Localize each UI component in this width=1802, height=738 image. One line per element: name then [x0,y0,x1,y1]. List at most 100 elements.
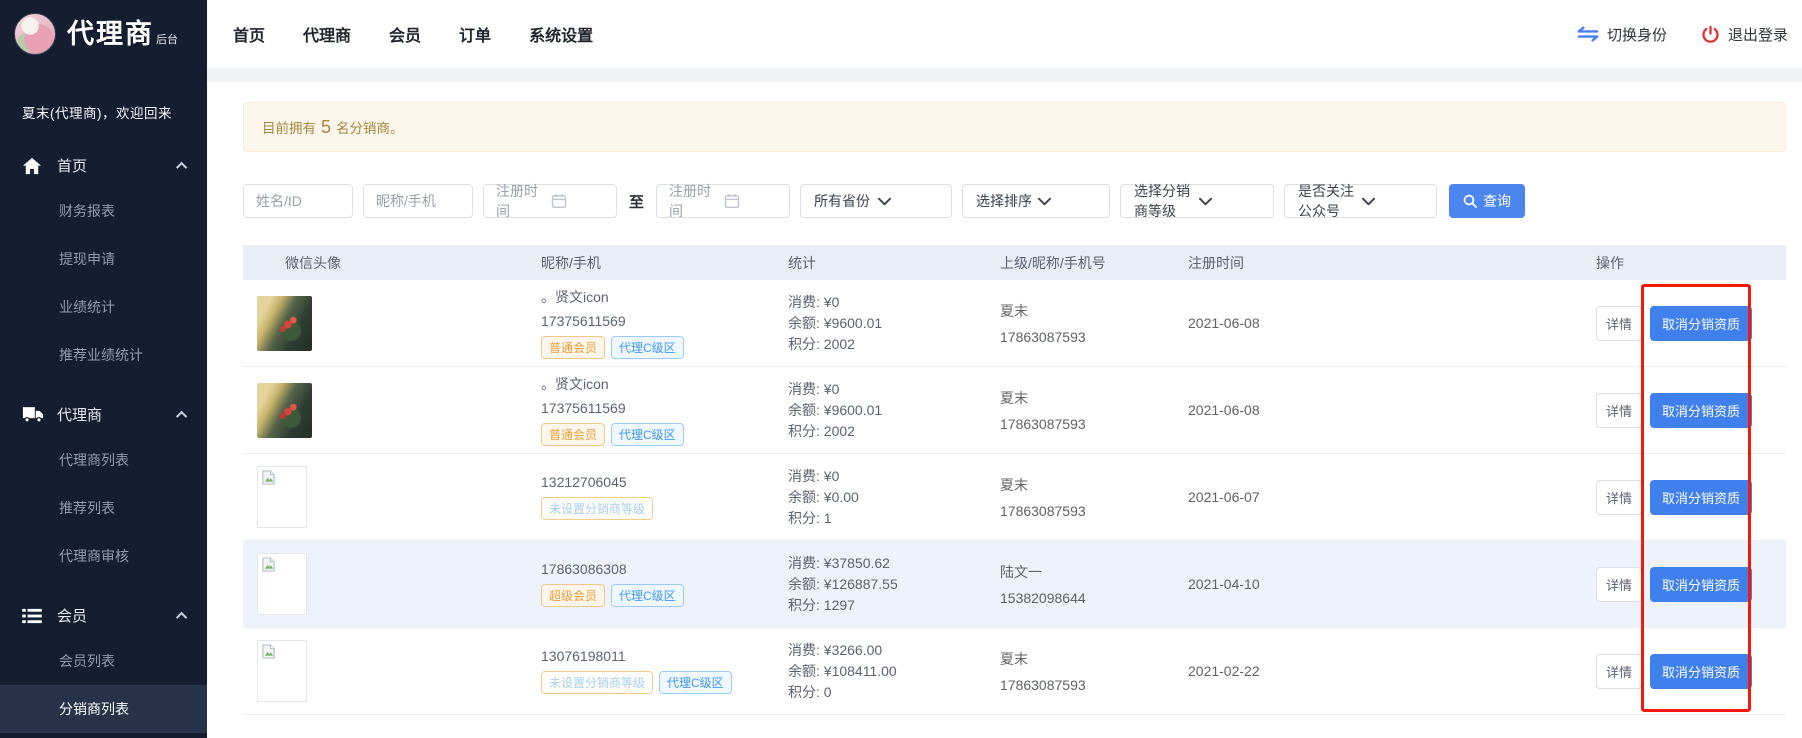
detail-button[interactable]: 详情 [1596,567,1642,602]
cancel-distribution-button[interactable]: 取消分销资质 [1650,480,1752,515]
stat-points: 积分: 0 [788,682,1000,703]
wechat-avatar [257,296,312,351]
table-row: 17863086308 超级会员 代理C级区 消费: ¥37850.62 余额:… [243,541,1786,628]
broken-avatar [257,640,307,702]
agent-zone-tag: 代理C级区 [611,584,684,607]
stat-consume: 消费: ¥37850.62 [788,553,1000,574]
date-range-to-label: 至 [629,191,644,212]
sort-select[interactable]: 选择排序 [962,184,1110,218]
notice-bar: 目前拥有 5 名分销商。 [243,102,1786,152]
nickname-phone-input[interactable] [363,184,473,218]
logo-avatar [14,13,56,55]
member-level-tag: 未设置分销商等级 [541,671,653,694]
top-nav-home[interactable]: 首页 [233,22,265,46]
stat-consume: 消费: ¥0 [788,292,1000,313]
upper-name: 陆文一 [1000,562,1188,582]
sidebar-item-withdraw-request[interactable]: 提现申请 [0,235,207,283]
sidebar-item-home[interactable]: 首页 [0,144,207,187]
top-nav-member[interactable]: 会员 [389,22,421,46]
switch-identity-label: 切换身份 [1607,24,1667,45]
cancel-distribution-button[interactable]: 取消分销资质 [1650,306,1752,341]
logout-label: 退出登录 [1728,24,1788,45]
register-date: 2021-04-10 [1188,576,1596,592]
stat-balance: 余额: ¥108411.00 [788,661,1000,682]
sort-select-value: 选择排序 [976,191,1038,211]
stat-consume: 消费: ¥3266.00 [788,640,1000,661]
column-header-operations: 操作 [1596,253,1786,273]
sidebar-item-referral-list[interactable]: 推荐列表 [0,484,207,532]
sidebar-item-agent[interactable]: 代理商 [0,393,207,436]
sidebar-item-member-list[interactable]: 会员列表 [0,637,207,685]
province-select[interactable]: 所有省份 [800,184,952,218]
sidebar-item-referral-performance-stats[interactable]: 推荐业绩统计 [0,331,207,379]
upper-name: 夏末 [1000,649,1188,669]
detail-button[interactable]: 详情 [1596,480,1642,515]
top-nav-order[interactable]: 订单 [459,22,491,46]
name-id-input[interactable] [243,184,353,218]
main-area: 首页 代理商 会员 订单 系统设置 切换身份 退出登录 [207,0,1802,738]
column-header-nickname-phone: 昵称/手机 [541,253,788,273]
upper-phone: 17863087593 [1000,677,1188,693]
agent-zone-tag: 代理C级区 [611,336,684,359]
member-level-tag: 普通会员 [541,336,605,359]
table-row: 。贤文icon 17375611569 普通会员 代理C级区 消费: ¥0 余额… [243,367,1786,454]
nav-section-home: 首页 财务报表 提现申请 业绩统计 推荐业绩统计 [0,144,207,379]
broken-image-icon [261,557,276,572]
tag-list: 超级会员 代理C级区 [541,584,788,607]
cancel-distribution-button[interactable]: 取消分销资质 [1650,654,1752,689]
stat-balance: 余额: ¥9600.01 [788,400,1000,421]
chevron-down-icon [878,197,942,206]
register-start-placeholder: 注册时间 [496,181,551,221]
content: 目前拥有 5 名分销商。 注册时间 至 注册时间 [207,68,1802,738]
sidebar-item-finance-report[interactable]: 财务报表 [0,187,207,235]
detail-button[interactable]: 详情 [1596,306,1642,341]
cancel-distribution-button[interactable]: 取消分销资质 [1650,567,1752,602]
topbar: 首页 代理商 会员 订单 系统设置 切换身份 退出登录 [207,0,1802,68]
distributor-table: 微信头像 昵称/手机 统计 上级/昵称/手机号 注册时间 操作 。贤文icon … [243,245,1786,715]
sidebar-item-performance-stats[interactable]: 业绩统计 [0,283,207,331]
upper-phone: 17863087593 [1000,416,1188,432]
top-nav-system-settings[interactable]: 系统设置 [529,22,593,46]
distributor-level-select[interactable]: 选择分销商等级 [1120,184,1274,218]
phone: 17375611569 [541,313,788,329]
sidebar-item-agent-review[interactable]: 代理商审核 [0,532,207,580]
member-level-tag: 超级会员 [541,584,605,607]
register-start-date-input[interactable]: 注册时间 [483,184,617,218]
truck-icon [22,406,44,424]
table-row: 13076198011 未设置分销商等级 代理C级区 消费: ¥3266.00 … [243,628,1786,715]
sidebar-item-distributor-list[interactable]: 分销商列表 [0,685,207,733]
upper-phone: 17863087593 [1000,503,1188,519]
nickname: 。贤文icon [541,374,788,394]
column-header-avatar: 微信头像 [243,253,541,273]
calendar-icon [551,193,606,209]
cancel-distribution-button[interactable]: 取消分销资质 [1650,393,1752,428]
upper-phone: 17863087593 [1000,329,1188,345]
notice-prefix: 目前拥有 [262,117,316,137]
stat-points: 积分: 2002 [788,421,1000,442]
chevron-down-icon [1362,197,1426,206]
chevron-down-icon [1199,197,1264,206]
broken-avatar [257,466,307,528]
column-header-register-time: 注册时间 [1188,253,1596,273]
chevron-up-icon [176,161,187,172]
detail-button[interactable]: 详情 [1596,654,1642,689]
upper-name: 夏末 [1000,301,1188,321]
phone: 13076198011 [541,648,788,664]
stat-points: 积分: 1 [788,508,1000,529]
register-date: 2021-06-08 [1188,402,1596,418]
detail-button[interactable]: 详情 [1596,393,1642,428]
switch-identity-button[interactable]: 切换身份 [1577,24,1667,45]
tag-list: 未设置分销商等级 [541,497,788,520]
sidebar-item-member[interactable]: 会员 [0,594,207,637]
stat-balance: 余额: ¥126887.55 [788,574,1000,595]
logout-button[interactable]: 退出登录 [1701,24,1788,45]
register-end-date-input[interactable]: 注册时间 [656,184,790,218]
list-icon [22,607,44,625]
sidebar-item-agent-list[interactable]: 代理商列表 [0,436,207,484]
sidebar-item-label: 会员 [57,605,87,626]
top-nav-agent[interactable]: 代理商 [303,22,351,46]
phone: 13212706045 [541,474,788,490]
search-button[interactable]: 查询 [1449,184,1525,218]
member-level-tag: 普通会员 [541,423,605,446]
follow-official-account-select[interactable]: 是否关注公众号 [1284,184,1437,218]
